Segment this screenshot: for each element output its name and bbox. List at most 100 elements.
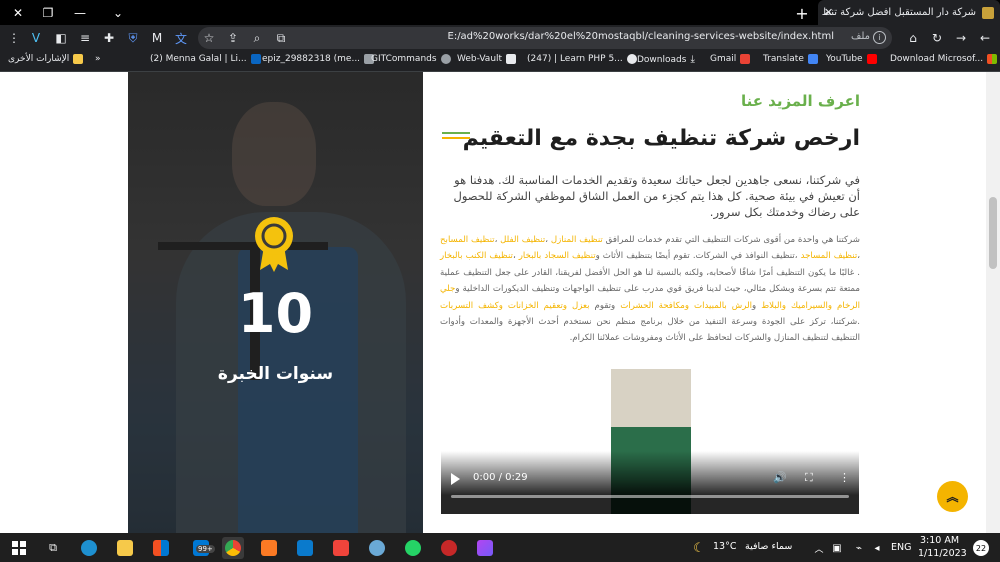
site-info-icon[interactable]: i	[873, 31, 886, 44]
home-icon[interactable]: ⌂	[904, 29, 922, 47]
page-margin	[0, 72, 128, 533]
link-carpet-steam[interactable]: تنظيف السجاد بالبخار	[519, 251, 596, 261]
video-progress-bar[interactable]	[451, 495, 849, 498]
shield-extension-icon[interactable]: ⛨	[124, 29, 142, 47]
about-lead: في شركتنا، نسعى جاهدين لجعل حياتك سعيدة …	[453, 173, 860, 219]
page-scrollbar[interactable]	[986, 72, 1000, 533]
bookmark-overflow[interactable]: »	[95, 54, 101, 64]
link-pest-control[interactable]: الرش بالمبيدات ومكافحة الحشرات	[620, 301, 752, 311]
camera-icon[interactable]: ▣	[826, 537, 848, 559]
task-view-icon[interactable]: ⧉	[42, 537, 64, 559]
clock-date[interactable]: 1/11/2023	[918, 548, 967, 559]
link-villa-cleaning[interactable]: تنظيف الفلل	[500, 235, 545, 245]
bookmark-item[interactable]: (2) Menna Galal | Li...	[150, 54, 261, 64]
gear-icon	[440, 54, 451, 64]
award-badge-icon	[255, 217, 293, 272]
windows-start-icon[interactable]	[8, 537, 30, 559]
folder-icon	[73, 54, 84, 64]
mail-app-icon[interactable]: 99+	[186, 537, 216, 559]
new-tab-button[interactable]: +	[792, 3, 812, 23]
link-tank-insulation[interactable]: بعزل وتعقيم الخزانات وكشف التسربات	[440, 301, 590, 311]
extensions-icon[interactable]: ✚	[100, 29, 118, 47]
store-icon[interactable]	[150, 537, 172, 559]
vscode-icon[interactable]	[294, 537, 316, 559]
scroll-to-top-button[interactable]: ︽	[937, 481, 968, 512]
mail-extension-icon[interactable]: M	[148, 29, 166, 47]
linkedin-icon	[250, 54, 261, 64]
about-kicker: اعرف المزيد عنا	[740, 92, 860, 110]
record-icon[interactable]	[438, 537, 460, 559]
volume-icon[interactable]: 🔊	[773, 471, 787, 484]
bookmark-item[interactable]: Downloads ⤓	[637, 54, 695, 65]
volume-tray-icon[interactable]: ◂	[866, 537, 888, 559]
globe-icon	[626, 54, 637, 64]
fullscreen-icon[interactable]: ⛶	[805, 471, 813, 485]
link-house-cleaning[interactable]: تنظيف المنازل	[551, 235, 603, 245]
restore-window-icon[interactable]: ❐	[30, 0, 66, 25]
video-more-icon[interactable]: ⋮	[839, 471, 850, 484]
clock-time[interactable]: 3:10 AM	[920, 535, 959, 546]
gmail-icon	[740, 54, 751, 64]
bookmark-item[interactable]: Translate	[763, 54, 818, 64]
youtube-icon	[866, 54, 877, 64]
whatsapp-icon[interactable]	[402, 537, 424, 559]
address-bar[interactable]: ☆ ⇪ ⌕ ⧉ E:/ad%20works/dar%20el%20mostaqb…	[198, 27, 892, 49]
download-icon: ⤓	[690, 54, 695, 65]
share-icon[interactable]: ⇪	[224, 29, 242, 47]
weather-moon-icon[interactable]: ☾	[688, 537, 710, 559]
bookmark-item[interactable]: GITCommands	[371, 54, 451, 64]
file-explorer-icon[interactable]	[114, 537, 136, 559]
sidebar-icon[interactable]: ◧	[52, 29, 70, 47]
anydesk-icon[interactable]	[330, 537, 352, 559]
edge-icon[interactable]	[78, 537, 100, 559]
xampp-icon[interactable]	[258, 537, 280, 559]
forward-icon[interactable]: →	[952, 29, 970, 47]
app-icon[interactable]	[366, 537, 388, 559]
bookmark-star-icon[interactable]: ☆	[200, 29, 218, 47]
minimize-window-icon[interactable]: —	[62, 0, 98, 25]
about-body: شركتنا هي واحدة من أقوى شركات التنظيف ال…	[440, 235, 861, 344]
video-time: 0:00 / 0:29	[473, 472, 528, 483]
years-count: 10	[237, 282, 314, 345]
bookmark-item[interactable]: (247) | Learn PHP 5...	[527, 54, 637, 64]
link-mosque-cleaning[interactable]: تنظيف المساجد	[801, 251, 858, 261]
accent-bar-green	[442, 132, 470, 134]
video-player[interactable]: 0:00 / 0:29 🔊 ⛶ ⋮	[441, 369, 859, 514]
page-viewport: 10 سنوات الخبرة اعرف المزيد عنا ارخص شرك…	[0, 72, 1000, 533]
site-favicon-icon	[982, 6, 994, 19]
zoom-icon[interactable]: ⌕	[248, 29, 266, 47]
bookmark-item[interactable]: Web-Vault	[457, 54, 517, 64]
close-tab-icon[interactable]: ✕	[824, 6, 833, 19]
link-sofa-steam[interactable]: تنظيف الكنب بالبخار	[440, 251, 513, 261]
link-pool-cleaning[interactable]: تنظيف المسابح	[440, 235, 495, 245]
play-icon[interactable]	[451, 473, 460, 485]
reading-list-icon[interactable]: ≡	[76, 29, 94, 47]
input-language[interactable]: ENG	[891, 542, 911, 553]
bookmark-other[interactable]: الإشارات الأخرى	[8, 54, 84, 64]
url-text[interactable]: E:/ad%20works/dar%20el%20mostaqbl/cleani…	[448, 31, 835, 42]
translate-extension-icon[interactable]: 文	[172, 29, 190, 47]
back-icon[interactable]: ←	[976, 29, 994, 47]
reload-icon[interactable]: ↻	[928, 29, 946, 47]
microsoft-icon	[987, 54, 998, 64]
bookmarks-bar: الإشارات الأخرى » (2) Menna Galal | Li..…	[0, 51, 1000, 72]
weather-condition[interactable]: سماء صافية	[745, 541, 792, 552]
menu-icon[interactable]: ⋮	[5, 29, 23, 47]
experience-hero-image: 10 سنوات الخبرة	[128, 72, 423, 533]
weather-temperature: 13°C	[713, 541, 737, 552]
bookmark-item[interactable]: epiz_29882318 (me...	[262, 54, 375, 64]
notifications-icon[interactable]: 22	[970, 537, 992, 559]
phpstorm-icon[interactable]	[474, 537, 496, 559]
years-label: سنوات الخبرة	[217, 364, 334, 384]
chrome-icon[interactable]	[222, 537, 244, 559]
tab-active[interactable]: شركة دار المستقبل افضل شركة تنظ ✕	[818, 0, 1000, 25]
bookmark-item[interactable]: Download Microsof...	[890, 54, 998, 64]
extension-v-icon[interactable]: V	[27, 29, 45, 47]
windows-taskbar: ⧉ 99+ ☾ 13°C سماء صافية ︿ ▣ ⌁ ◂ ENG 3:10…	[0, 533, 1000, 562]
tab-search-icon[interactable]: ⌄	[100, 0, 136, 25]
bookmark-item[interactable]: Gmail	[710, 54, 751, 64]
screenshot-icon[interactable]: ⧉	[272, 29, 290, 47]
bookmark-item[interactable]: YouTube	[826, 54, 877, 64]
scrollbar-thumb[interactable]	[989, 197, 997, 269]
accent-bar-yellow	[442, 137, 470, 139]
